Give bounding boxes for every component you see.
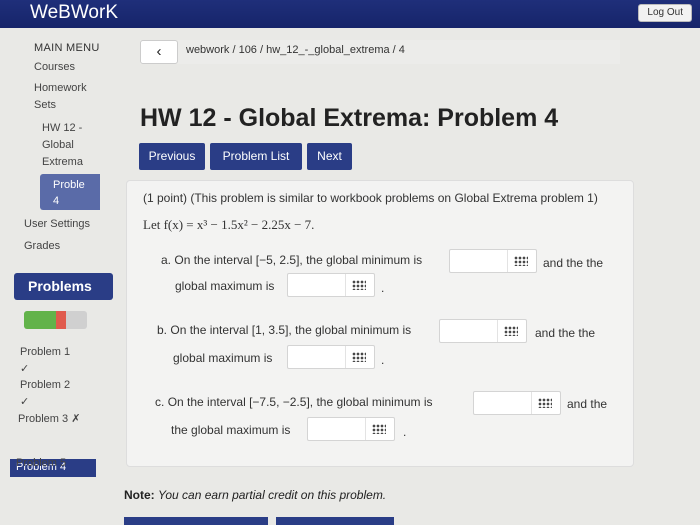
answer-c-max-field[interactable]: [308, 418, 366, 440]
part-b-max-text: global maximum is: [173, 351, 273, 365]
part-a-min-text: a. On the interval [−5, 2.5], the global…: [161, 253, 422, 267]
sidebar-item-label: Global: [42, 139, 74, 151]
problem-list-button[interactable]: Problem List: [210, 143, 302, 170]
period: .: [381, 281, 385, 295]
answer-a-max-field[interactable]: [288, 274, 346, 296]
answer-b-min-field[interactable]: [440, 320, 498, 342]
part-text: On the interval [−7.5, −2.5], the global…: [167, 395, 433, 409]
sidebar-item-label: 4: [53, 195, 60, 207]
breadcrumb-path[interactable]: webwork / 106 / hw_12_-_global_extrema /…: [186, 44, 405, 56]
sidebar-item-label: Extrema: [42, 156, 83, 168]
sidebar-item-hw-set[interactable]: HW 12 - Global Extrema: [42, 120, 83, 171]
part-text: On the interval [−5, 2.5], the global mi…: [174, 253, 423, 267]
progress-bar: [24, 311, 87, 329]
problem-link-label: Problem 2: [20, 379, 71, 391]
note-text: You can earn partial credit on this prob…: [158, 488, 387, 502]
keypad-icon[interactable]: [514, 256, 528, 266]
sidebar-item-user-settings[interactable]: User Settings: [24, 216, 90, 233]
preview-answers-button[interactable]: [276, 517, 394, 525]
period: .: [381, 353, 385, 367]
part-letter: c.: [155, 395, 165, 409]
problem-link-label: Problem 1: [20, 346, 71, 358]
sidebar: MAIN MENU Courses Homework Sets HW 12 - …: [0, 28, 118, 525]
problem-panel: (1 point) (This problem is similar to wo…: [126, 180, 634, 467]
part-text: On the interval [1, 3.5], the global min…: [170, 323, 412, 337]
top-bar: WeBWorK Log Out: [0, 0, 700, 28]
previous-button[interactable]: Previous: [139, 143, 205, 170]
progress-correct: [24, 311, 56, 329]
answer-c-min-field[interactable]: [474, 392, 532, 414]
page-title: HW 12 - Global Extrema: Problem 4: [140, 104, 559, 132]
sidebar-item-label: Homework: [34, 82, 87, 94]
progress-incorrect: [55, 311, 66, 329]
keypad-icon[interactable]: [504, 326, 518, 336]
answer-a-min-field[interactable]: [450, 250, 508, 272]
answer-c-min[interactable]: [473, 391, 561, 415]
part-c-min-text: c. On the interval [−7.5, −2.5], the glo…: [155, 395, 433, 409]
part-b-min-text: b. On the interval [1, 3.5], the global …: [157, 323, 411, 337]
problem-function: Let f(x) = x³ − 1.5x² − 2.25x − 7.: [143, 217, 315, 232]
keypad-icon[interactable]: [352, 352, 366, 362]
answer-b-min[interactable]: [439, 319, 527, 343]
back-chevron-icon[interactable]: ‹: [140, 40, 178, 64]
brand-logo[interactable]: WeBWorK: [30, 2, 118, 24]
check-icon: ✓: [20, 396, 30, 408]
sidebar-item-courses[interactable]: Courses: [34, 59, 75, 76]
main-menu-heading: MAIN MENU: [34, 42, 100, 54]
answer-a-max[interactable]: [287, 273, 375, 297]
answer-a-min[interactable]: [449, 249, 537, 273]
part-a-and-text: and the the: [543, 256, 604, 270]
part-letter: b.: [157, 323, 168, 337]
sidebar-item-label: Proble: [53, 179, 85, 191]
part-c-and-text: and the: [567, 397, 608, 411]
sidebar-item-label: HW 12 -: [42, 122, 83, 134]
sidebar-item-label: Sets: [34, 99, 57, 111]
problem-intro: (1 point) (This problem is similar to wo…: [143, 191, 598, 205]
submit-answers-button[interactable]: [124, 517, 268, 525]
part-letter: a.: [161, 253, 172, 267]
answer-c-max[interactable]: [307, 417, 395, 441]
sidebar-item-current-problem[interactable]: Proble 4: [40, 174, 100, 210]
sidebar-item-homework-sets[interactable]: Homework Sets: [34, 80, 87, 114]
note-label: Note:: [124, 488, 155, 502]
part-c-max-text: the global maximum is: [171, 423, 291, 437]
problem-link-3[interactable]: Problem 3 ✗: [18, 411, 80, 428]
partial-credit-note: Note: You can earn partial credit on thi…: [124, 488, 386, 502]
part-b-and-text: and the the: [535, 326, 596, 340]
keypad-icon[interactable]: [538, 398, 552, 408]
keypad-icon[interactable]: [372, 424, 386, 434]
sidebar-item-grades[interactable]: Grades: [24, 238, 60, 255]
problems-heading: Problems: [14, 273, 113, 300]
problem-link-5[interactable]: Problem 5: [16, 455, 66, 472]
answer-b-max[interactable]: [287, 345, 375, 369]
keypad-icon[interactable]: [352, 280, 366, 290]
logout-button[interactable]: Log Out: [638, 4, 692, 22]
breadcrumb: ‹ webwork / 106 / hw_12_-_global_extrema…: [140, 40, 620, 64]
period: .: [403, 425, 407, 439]
next-button[interactable]: Next: [307, 143, 352, 170]
problem-link-2[interactable]: Problem 2 ✓: [20, 377, 70, 411]
part-a-max-text: global maximum is: [175, 279, 275, 293]
problem-link-1[interactable]: Problem 1 ✓: [20, 344, 70, 378]
answer-b-max-field[interactable]: [288, 346, 346, 368]
check-icon: ✓: [20, 363, 30, 375]
